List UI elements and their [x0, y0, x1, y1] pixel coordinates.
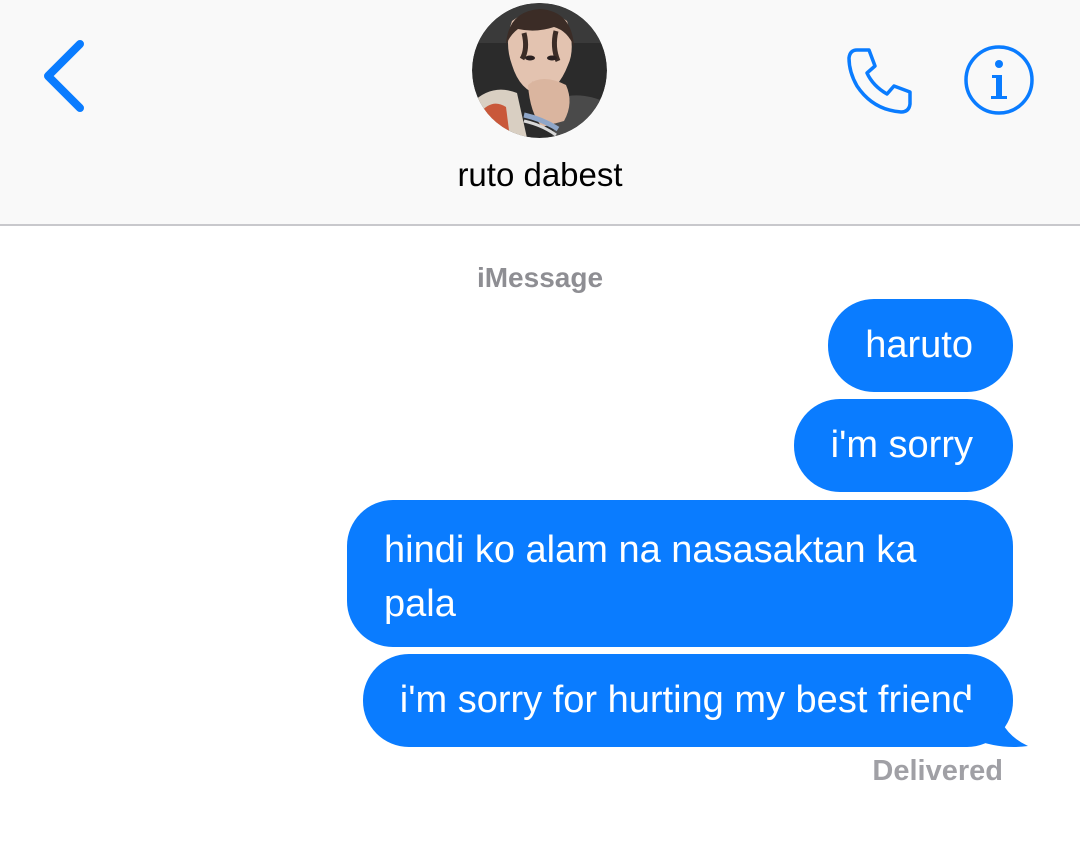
call-button[interactable] [843, 42, 919, 118]
message-bubble[interactable]: haruto [828, 299, 1013, 392]
phone-icon [847, 48, 912, 114]
back-button[interactable] [36, 36, 96, 116]
bubble-tail [960, 700, 1028, 747]
chevron-left-icon [44, 40, 84, 112]
message-bubble[interactable]: i'm sorry for hurting my best friend [362, 654, 1013, 747]
contact-name[interactable]: ruto dabest [0, 156, 1080, 194]
message-bubble[interactable]: i'm sorry [793, 399, 1013, 492]
message-bubble[interactable]: hindi ko alam na nasasaktan ka pala [347, 500, 1013, 647]
delivery-status: Delivered [872, 755, 1003, 787]
info-button[interactable] [962, 43, 1036, 117]
avatar-photo [472, 3, 607, 138]
info-icon [964, 45, 1034, 115]
contact-avatar[interactable] [472, 3, 607, 138]
service-label: iMessage [476, 262, 604, 293]
conversation-header: ruto dabest [0, 0, 1080, 226]
